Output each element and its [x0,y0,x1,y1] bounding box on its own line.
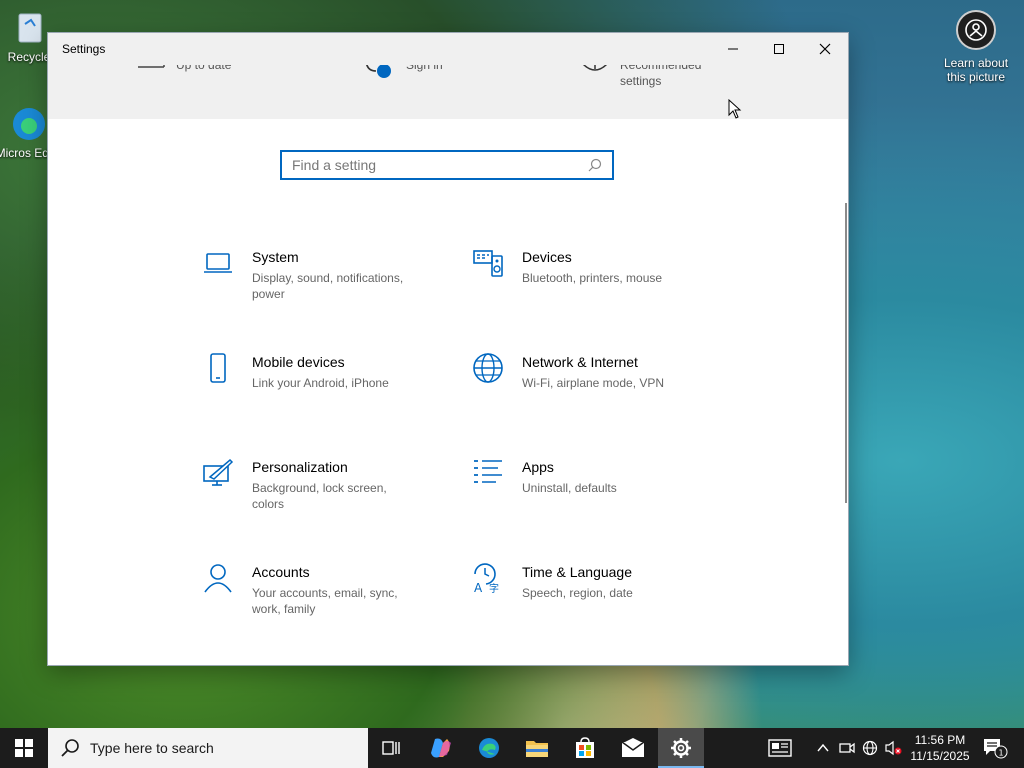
category-desc: Wi-Fi, airplane mode, VPN [522,376,665,390]
notification-count: 1 [998,749,1003,758]
chevron-up-icon [817,743,829,752]
show-hidden-icons-button[interactable] [812,728,834,768]
maximize-button[interactable] [756,33,802,65]
notification-icon: 1 [984,739,1008,759]
camera-icon [956,10,996,50]
banner-update[interactable]: Up to date [136,65,231,77]
category-network[interactable]: Network & Internet Wi-Fi, airplane mode,… [472,352,712,432]
store-button[interactable] [562,728,608,768]
category-accounts[interactable]: Accounts Your accounts, email, sync, wor… [202,562,442,642]
account-icon [366,65,391,78]
svg-text:字: 字 [489,582,499,594]
taskbar-search-text: Type here to search [90,740,214,756]
category-mobile-devices[interactable]: Mobile devices Link your Android, iPhone [202,352,442,432]
banner-signin-text: Sign in [406,65,443,72]
category-system[interactable]: System Display, sound, notifications, po… [202,247,442,327]
network-tray-button[interactable] [859,728,881,768]
category-desc: Background, lock screen, colors [252,481,387,511]
windows-logo-icon [15,739,33,757]
laptop-icon [204,253,232,273]
banner-update-text: Up to date [176,65,232,72]
category-name: Devices [522,249,572,265]
person-icon [204,564,232,593]
volume-muted-icon [885,740,902,756]
devices-icon [473,250,503,277]
category-desc: Your accounts, email, sync, work, family [252,586,398,616]
store-icon [576,737,594,758]
copilot-button[interactable] [418,728,464,768]
close-icon [819,43,831,55]
window-title: Settings [62,42,106,56]
recommended-icon [583,65,607,71]
start-button[interactable] [0,728,48,768]
scrollbar[interactable] [845,203,847,503]
category-name: Network & Internet [522,354,638,370]
mail-icon [621,738,645,757]
volume-tray-button[interactable] [882,728,904,768]
recycle-bin-icon [9,8,49,48]
find-setting-search[interactable] [280,150,614,180]
category-personalization[interactable]: Personalization Background, lock screen,… [202,457,442,537]
network-globe-icon [862,740,878,756]
category-desc: Speech, region, date [522,586,633,600]
copilot-icon [431,738,451,758]
learn-about-label: Learn about this picture [943,56,1009,84]
minimize-button[interactable] [710,33,756,65]
meet-now-button[interactable] [836,728,858,768]
minimize-icon [728,48,738,50]
globe-icon [473,353,503,383]
svg-text:A: A [474,581,483,594]
taskbar-search[interactable]: Type here to search [48,728,368,768]
category-desc: Uninstall, defaults [522,481,617,495]
banner-signin[interactable]: Sign in [364,65,443,79]
settings-taskbar-button[interactable] [658,728,704,768]
news-icon [768,739,792,757]
category-name: Apps [522,459,554,475]
taskbar: Type here to search 11:56 PM 11/15/2025 … [0,728,1024,768]
search-icon[interactable] [586,156,604,174]
close-button[interactable] [802,33,848,65]
clock[interactable]: 11:56 PM 11/15/2025 [905,732,975,764]
edge-icon [9,104,49,144]
action-center-button[interactable]: 1 [980,728,1010,768]
time-language-icon: A字 [474,563,499,594]
camera-tray-icon [839,742,855,754]
category-name: Accounts [252,564,310,580]
clock-date: 11/15/2025 [910,749,970,763]
title-bar[interactable]: Settings [48,33,848,65]
category-desc: Link your Android, iPhone [252,376,389,390]
category-desc: Bluetooth, printers, mouse [522,271,663,285]
category-devices[interactable]: Devices Bluetooth, printers, mouse [472,247,712,327]
search-input[interactable] [292,154,586,176]
settings-window: Settings Up to date Sign in Recommended … [48,33,848,665]
paint-icon [203,458,234,486]
mouse-cursor-icon [728,99,742,119]
category-name: Personalization [252,459,348,475]
apps-list-icon [474,460,502,483]
banner-recommended[interactable]: Recommended settings [580,65,710,89]
file-explorer-button[interactable] [514,728,560,768]
gear-icon [671,738,691,758]
category-apps[interactable]: Apps Uninstall, defaults [472,457,712,537]
edge-icon [479,738,499,758]
category-time-language[interactable]: A字 Time & Language Speech, region, date [472,562,712,642]
mail-button[interactable] [610,728,656,768]
task-view-button[interactable] [368,728,414,768]
banner-recommended-text: Recommended settings [620,65,702,88]
learn-about-picture[interactable]: Learn about this picture [938,10,1014,84]
task-view-icon [382,741,400,755]
phone-icon [210,353,226,383]
category-name: Time & Language [522,564,632,580]
search-icon [61,739,79,757]
category-name: Mobile devices [252,354,345,370]
edge-taskbar-button[interactable] [466,728,512,768]
update-icon [138,65,165,68]
folder-icon [526,741,548,757]
maximize-icon [774,44,784,54]
clock-time: 11:56 PM [914,733,966,747]
category-desc: Display, sound, notifications, power [252,271,404,301]
category-name: System [252,249,299,265]
news-widget-button[interactable] [762,728,798,768]
